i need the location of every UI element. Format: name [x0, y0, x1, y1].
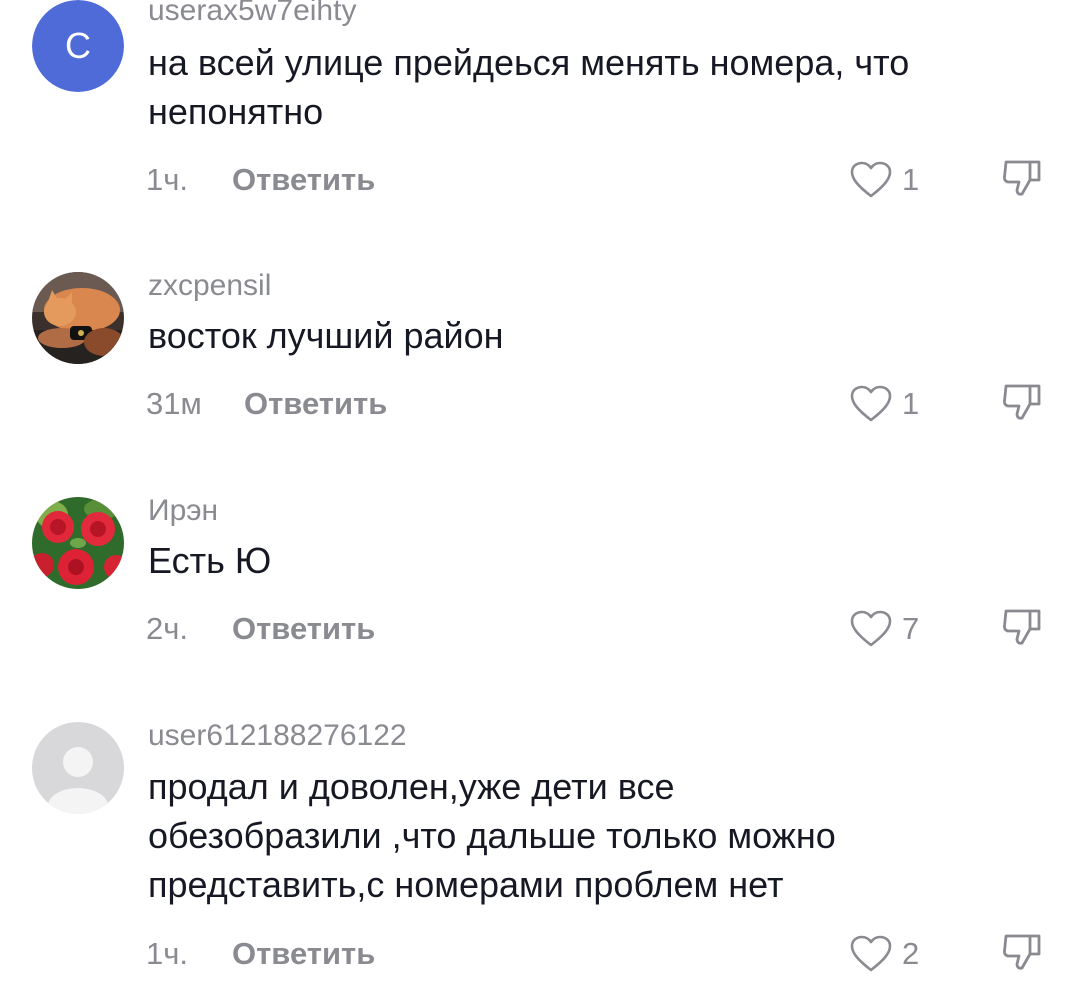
comment-item: zxcpensil восток лучший район 31м Ответи… — [0, 269, 1080, 452]
reply-button[interactable]: Ответить — [232, 936, 375, 972]
dislike-button[interactable] — [1000, 382, 1044, 422]
comment-text-line: восток лучший район — [148, 315, 504, 356]
heart-outline-icon — [850, 385, 892, 422]
comment-text-line: непонятно — [148, 91, 324, 132]
comment-username[interactable]: userax5w7eihty — [148, 0, 356, 29]
reply-button[interactable]: Ответить — [232, 611, 375, 647]
comment-text-line: продал и доволен,уже дети все — [148, 766, 675, 807]
thumbs-down-icon — [1003, 934, 1041, 970]
reply-button[interactable]: Ответить — [232, 162, 375, 198]
comment-item: C userax5w7eihty на всей улице прейдеься… — [0, 0, 1080, 220]
roses-photo-avatar-icon — [32, 497, 124, 589]
comment-text: Есть Ю — [148, 536, 1028, 585]
heart-outline-icon — [850, 935, 892, 972]
letter-avatar-icon: C — [32, 0, 124, 92]
comment-username[interactable]: zxcpensil — [148, 268, 271, 304]
user-avatar[interactable]: C — [32, 0, 124, 92]
like-button[interactable]: 1 — [850, 158, 919, 202]
comment-username[interactable]: Ирэн — [148, 493, 218, 529]
comment-item: Ирэн Есть Ю 2ч. Ответить 7 — [0, 494, 1080, 677]
user-avatar[interactable] — [32, 497, 124, 589]
comment-text-line: обезобразили ,что дальше только можно — [148, 815, 836, 856]
like-count: 7 — [902, 611, 920, 646]
like-button[interactable]: 1 — [850, 382, 919, 426]
like-button[interactable]: 7 — [850, 607, 919, 651]
dislike-button[interactable] — [1000, 932, 1044, 972]
comment-username[interactable]: user612188276122 — [148, 718, 407, 754]
dislike-button[interactable] — [1000, 158, 1044, 198]
default-user-avatar-icon — [32, 722, 124, 814]
like-count: 1 — [902, 386, 920, 421]
comment-text: восток лучший район — [148, 311, 1028, 360]
heart-outline-icon — [850, 161, 892, 198]
comment-timestamp: 1ч. — [146, 162, 189, 197]
heart-outline-icon — [850, 610, 892, 647]
comment-timestamp: 1ч. — [146, 936, 189, 971]
comment-item: user612188276122 продал и доволен,уже де… — [0, 719, 1080, 994]
cat-photo-avatar-icon — [32, 272, 124, 364]
reply-button[interactable]: Ответить — [244, 386, 387, 422]
comment-text: на всей улице прейдеься менять номера, ч… — [148, 38, 1028, 136]
thumbs-down-icon — [1003, 609, 1041, 645]
thumbs-down-icon — [1003, 160, 1041, 196]
user-avatar[interactable] — [32, 272, 124, 364]
like-count: 2 — [902, 936, 920, 971]
avatar-letter: C — [65, 25, 91, 66]
comment-timestamp: 2ч. — [146, 611, 189, 646]
comment-text: продал и доволен,уже дети все обезобрази… — [148, 762, 1028, 909]
comment-text-line: представить,с номерами проблем нет — [148, 864, 784, 905]
like-count: 1 — [902, 162, 920, 197]
dislike-button[interactable] — [1000, 607, 1044, 647]
comment-timestamp: 31м — [146, 386, 202, 421]
comment-text-line: на всей улице прейдеься менять номера, ч… — [148, 42, 910, 83]
thumbs-down-icon — [1003, 384, 1041, 420]
comment-text-line: Есть Ю — [148, 540, 272, 581]
user-avatar[interactable] — [32, 722, 124, 814]
like-button[interactable]: 2 — [850, 932, 919, 976]
